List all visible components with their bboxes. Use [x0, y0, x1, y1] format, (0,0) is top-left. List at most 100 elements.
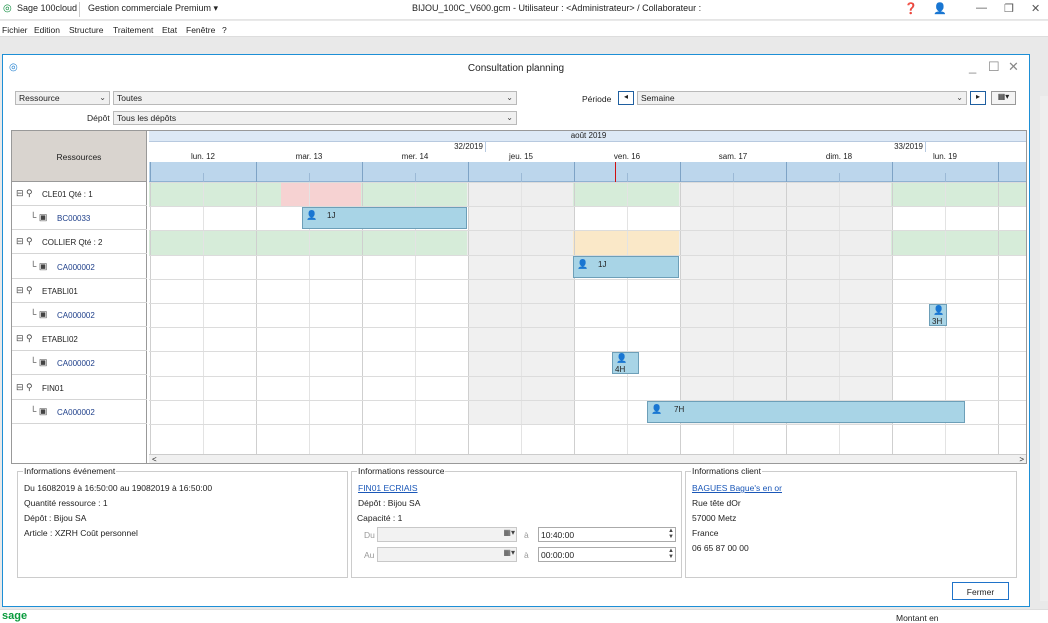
close-icon[interactable]: ✕	[1031, 2, 1040, 15]
event-article: Article : XZRH Coût personnel	[24, 528, 138, 538]
main-vertical-scrollbar[interactable]	[1040, 96, 1048, 601]
resources-header: Ressources	[12, 131, 147, 182]
resource-type-select[interactable]: Ressource ⌄	[15, 91, 110, 105]
grid-vline	[150, 182, 151, 454]
client-info-title: Informations client	[691, 466, 762, 476]
periode-value: Semaine	[641, 93, 675, 103]
next-period-button[interactable]: ▸	[970, 91, 986, 105]
depot-value: Tous les dépôts	[117, 113, 177, 123]
resource-label: ETABLI01	[42, 286, 78, 296]
planning-task[interactable]: 👤 1J	[302, 207, 467, 230]
menu-etat[interactable]: Etat	[162, 25, 177, 35]
grid-hline	[149, 375, 1026, 377]
hours-header	[149, 162, 1026, 182]
planning-task[interactable]: 👤 3H	[929, 304, 947, 326]
client-link[interactable]: BAGUES Bague's en or	[692, 483, 782, 493]
planning-task[interactable]: 👤 1J	[573, 255, 679, 278]
help-icon[interactable]: ❓	[904, 2, 918, 15]
availability-band	[573, 182, 679, 207]
availability-band	[679, 182, 891, 207]
grid-hline	[149, 424, 1026, 425]
grid-vline	[468, 182, 469, 454]
dialog-maximize-icon[interactable]: ☐	[988, 59, 1000, 75]
chevron-down-icon: ⌄	[956, 93, 963, 102]
resource-group-row[interactable]: ⊟ ⚲ ETABLI01	[12, 279, 147, 303]
availability-band	[891, 230, 1026, 255]
grid-hline	[149, 230, 1026, 232]
day-header: lun. 12	[190, 152, 216, 161]
halfday-tick	[839, 173, 840, 182]
halfday-tick	[627, 173, 628, 182]
sage-brand: sage	[2, 610, 28, 622]
grid-vline	[627, 182, 628, 454]
menu-structure[interactable]: Structure	[69, 25, 104, 35]
menu-traitement[interactable]: Traitement	[113, 25, 153, 35]
user-icon[interactable]: 👤	[933, 2, 947, 15]
resource-item-icon: └ ▣	[30, 260, 48, 271]
dialog-minimize-icon[interactable]: _	[969, 59, 976, 74]
resource-group-row[interactable]: ⊟ ⚲ FIN01	[12, 376, 147, 400]
scroll-left-icon[interactable]: <	[152, 455, 157, 463]
halfday-tick	[309, 173, 310, 182]
au-time-field[interactable]: 00:00:00 ▲ ▼	[538, 547, 676, 562]
menu-fenetre[interactable]: Fenêtre	[186, 25, 215, 35]
day-tick	[892, 162, 893, 182]
resource-link[interactable]: FIN01 ECRIAIS	[358, 483, 418, 493]
menu-help[interactable]: ?	[222, 25, 227, 35]
resource-child-row[interactable]: └ ▣ CA000002	[12, 351, 147, 376]
menu-bar: Fichier Edition Structure Traitement Eta…	[0, 21, 1048, 37]
availability-band	[149, 230, 467, 255]
spinner-icon[interactable]: ▲ ▼	[668, 528, 674, 540]
resource-filter-select[interactable]: Toutes ⌄	[113, 91, 517, 105]
availability-band	[281, 182, 361, 207]
calendar-icon: ▦▾	[503, 528, 515, 537]
person-icon: 👤	[616, 353, 628, 364]
availability-band	[573, 230, 679, 255]
planning-task[interactable]: 👤 4H	[612, 352, 639, 375]
person-icon: 👤	[933, 305, 945, 315]
depot-label: Dépôt	[87, 113, 110, 123]
periode-select[interactable]: Semaine ⌄	[637, 91, 967, 105]
day-tick	[574, 162, 575, 182]
du-time-field[interactable]: 10:40:00 ▲ ▼	[538, 527, 676, 542]
calendar-menu-button[interactable]: ▦▾	[991, 91, 1016, 105]
resource-group-row[interactable]: ⊟ ⚲ COLLIER Qté : 2	[12, 230, 147, 255]
resource-group-row[interactable]: ⊟ ⚲ CLE01 Qté : 1	[12, 182, 147, 206]
depot-select[interactable]: Tous les dépôts ⌄	[113, 111, 517, 125]
close-button[interactable]: Fermer	[952, 582, 1009, 600]
resource-child-row[interactable]: └ ▣ CA000002	[12, 400, 147, 424]
minimize-icon[interactable]: —	[976, 2, 987, 14]
halfday-tick	[945, 173, 946, 182]
planning-horizontal-scrollbar[interactable]: < >	[149, 454, 1026, 463]
previous-period-button[interactable]: ◂	[618, 91, 634, 105]
event-quantity: Quantité ressource : 1	[24, 498, 108, 508]
resource-label: CA000002	[57, 311, 95, 320]
resource-item-icon: └ ▣	[30, 309, 48, 319]
sage-logo-icon: ◎	[3, 3, 12, 14]
day-header: sam. 17	[718, 152, 748, 161]
du-date-field: ▦▾	[377, 527, 517, 542]
resource-child-row[interactable]: └ ▣ BC00033	[12, 206, 147, 231]
menu-fichier[interactable]: Fichier	[2, 25, 28, 35]
planning-dialog: ◎ Consultation planning _ ☐ ✕ Ressource …	[2, 54, 1030, 607]
menu-edition[interactable]: Edition	[34, 25, 60, 35]
maximize-icon[interactable]: ❐	[1004, 2, 1014, 15]
client-phone: 06 65 87 00 00	[692, 543, 749, 553]
window-title: BIJOU_100C_V600.gcm - Utilisateur : <Adm…	[412, 3, 702, 13]
day-tick	[256, 162, 257, 182]
product-selector[interactable]: Gestion commerciale Premium ▾	[88, 3, 218, 14]
resource-group-row[interactable]: ⊟ ⚲ ETABLI02	[12, 327, 147, 352]
event-info-panel: Informations événement Du 16082019 à 16:…	[17, 466, 348, 578]
au-time-value: 00:00:00	[541, 550, 575, 560]
availability-band	[467, 230, 573, 255]
planning-task[interactable]: 👤 7H	[647, 400, 965, 423]
spinner-icon[interactable]: ▲ ▼	[668, 548, 674, 560]
resource-child-row[interactable]: └ ▣ CA000002	[12, 303, 147, 327]
resource-group-icon: ⊟ ⚲	[16, 284, 33, 295]
halfday-tick	[415, 173, 416, 182]
resource-depot: Dépôt : Bijou SA	[358, 498, 421, 508]
resource-child-row[interactable]: └ ▣ CA000002	[12, 255, 147, 279]
scroll-right-icon[interactable]: >	[1019, 455, 1024, 463]
week-32-header: 32/2019	[149, 142, 486, 152]
dialog-close-icon[interactable]: ✕	[1008, 59, 1019, 75]
